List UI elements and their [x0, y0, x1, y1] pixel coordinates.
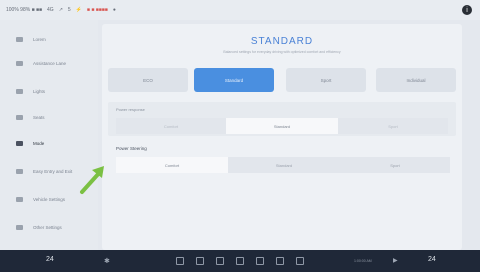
- sidebar-item-lights[interactable]: Lights: [0, 80, 98, 102]
- page-title: STANDARD: [250, 36, 314, 47]
- sidebar-item-label: Seats: [33, 114, 45, 120]
- sidebar-item-label: Assistance Lane: [33, 60, 67, 66]
- dot-icon: ●: [112, 7, 116, 13]
- settings-icon[interactable]: [296, 257, 304, 265]
- power-steering-comfort[interactable]: Comfort: [116, 157, 228, 173]
- power-response-sport[interactable]: Sport: [338, 118, 448, 134]
- vehicle-icon: [16, 196, 23, 202]
- sidebar-item-seats[interactable]: Seats: [0, 106, 98, 128]
- sidebar-item-label: Easy Entry and Exit: [33, 168, 73, 174]
- mode-individual-button[interactable]: Individual: [376, 68, 456, 92]
- sidebar-item-label: Other Settings: [33, 224, 62, 230]
- alert-status: ■ ■ ■■■■: [86, 7, 108, 13]
- mode-sport-button[interactable]: Sport: [286, 68, 366, 92]
- info-icon[interactable]: i: [462, 5, 472, 15]
- power-response-standard[interactable]: Standard: [226, 118, 338, 134]
- assist-icon: [16, 60, 23, 66]
- sidebar-item-label: Mode: [33, 140, 45, 146]
- navigation-icon[interactable]: [256, 257, 264, 265]
- seat-icon: [16, 114, 23, 120]
- mode-standard-button[interactable]: Standard: [194, 68, 274, 92]
- power-steering-section: Comfort Standard Sport: [108, 154, 456, 176]
- location-icon: ↗: [58, 7, 63, 13]
- sidebar-item-other[interactable]: Other Settings: [0, 216, 98, 238]
- right-temperature[interactable]: 24: [428, 256, 436, 263]
- media-time: 1:00:00 AM: [354, 259, 372, 263]
- fan-icon[interactable]: ✱: [104, 257, 110, 265]
- play-icon[interactable]: ▶: [393, 257, 398, 264]
- sidebar: Lorem Assistance Lane Lights Seats Mode …: [0, 20, 98, 250]
- grid-icon[interactable]: [196, 257, 204, 265]
- car-icon[interactable]: [216, 257, 224, 265]
- display-icon: [16, 36, 23, 42]
- lights-icon: [16, 88, 23, 94]
- phone-icon[interactable]: [236, 257, 244, 265]
- network-status: 4G: [47, 7, 54, 13]
- camera-icon[interactable]: [276, 257, 284, 265]
- signal-count: 5: [67, 7, 71, 13]
- page-subtitle: Balanced settings for everyday driving w…: [223, 50, 341, 54]
- power-steering-sport[interactable]: Sport: [340, 157, 450, 173]
- status-bar: 100% 98% ■ ■■ 4G ↗ 5 ⚡ ■ ■ ■■■■ ● i: [0, 0, 480, 20]
- power-steering-standard[interactable]: Standard: [228, 157, 340, 173]
- bottom-bar: 24 ✱ 1:00:00 AM ▶ 24: [0, 250, 480, 272]
- battery-status: 100% 98% ■ ■■: [6, 7, 43, 13]
- mode-eco-button[interactable]: ECO: [108, 68, 188, 92]
- main-panel: STANDARD Balanced settings for everyday …: [102, 24, 462, 250]
- sidebar-item-label: Lorem: [33, 36, 46, 42]
- other-icon: [16, 224, 23, 230]
- power-response-comfort[interactable]: Comfort: [116, 118, 226, 134]
- power-response-label: Power response: [116, 107, 145, 112]
- alert-icon: ⚡: [75, 7, 82, 13]
- left-temperature[interactable]: 24: [46, 256, 54, 263]
- drive-mode-icon: [16, 140, 23, 146]
- sidebar-item-label: Vehicle Settings: [33, 196, 66, 202]
- home-icon[interactable]: [176, 257, 184, 265]
- power-response-section: Power response Comfort Standard Sport: [108, 102, 456, 136]
- sidebar-item-assistance[interactable]: Assistance Lane: [0, 52, 98, 74]
- sidebar-item-label: Lights: [33, 88, 46, 94]
- power-steering-label: Power Steering: [116, 146, 147, 151]
- entry-icon: [16, 168, 23, 174]
- sidebar-item-display[interactable]: Lorem: [0, 28, 98, 50]
- annotation-arrow-icon: [80, 166, 104, 194]
- sidebar-item-mode[interactable]: Mode: [0, 132, 98, 154]
